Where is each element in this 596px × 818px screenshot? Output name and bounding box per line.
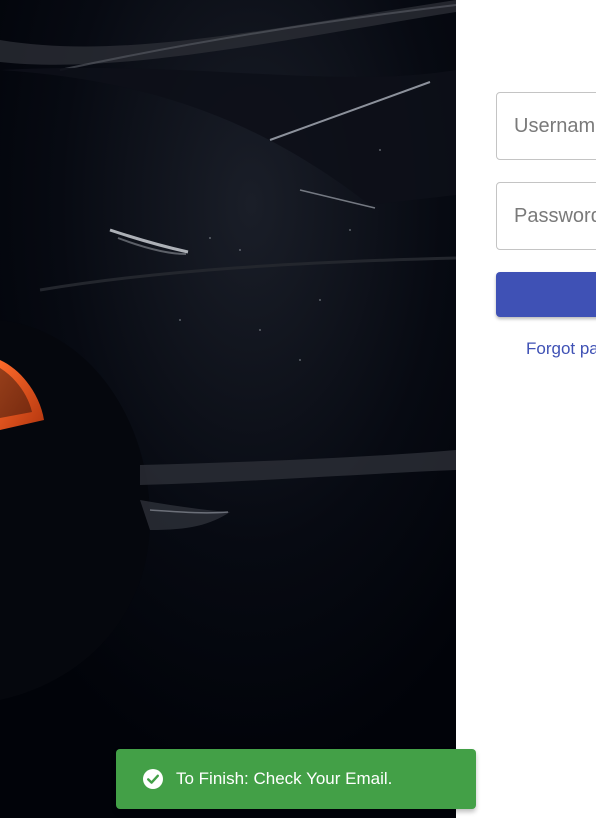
- forgot-password-link[interactable]: Forgot password?: [526, 339, 596, 359]
- password-field[interactable]: [496, 182, 596, 250]
- login-form-panel: Forgot password?: [456, 0, 596, 818]
- car-photo: [0, 0, 456, 818]
- username-field[interactable]: [496, 92, 596, 160]
- success-notification: To Finish: Check Your Email.: [116, 749, 476, 809]
- login-button[interactable]: [496, 272, 596, 317]
- login-page: Forgot password? To Finish: Check Your E…: [0, 0, 596, 818]
- notification-message: To Finish: Check Your Email.: [176, 769, 393, 788]
- check-circle-icon: [142, 768, 164, 790]
- hero-image: [0, 0, 456, 818]
